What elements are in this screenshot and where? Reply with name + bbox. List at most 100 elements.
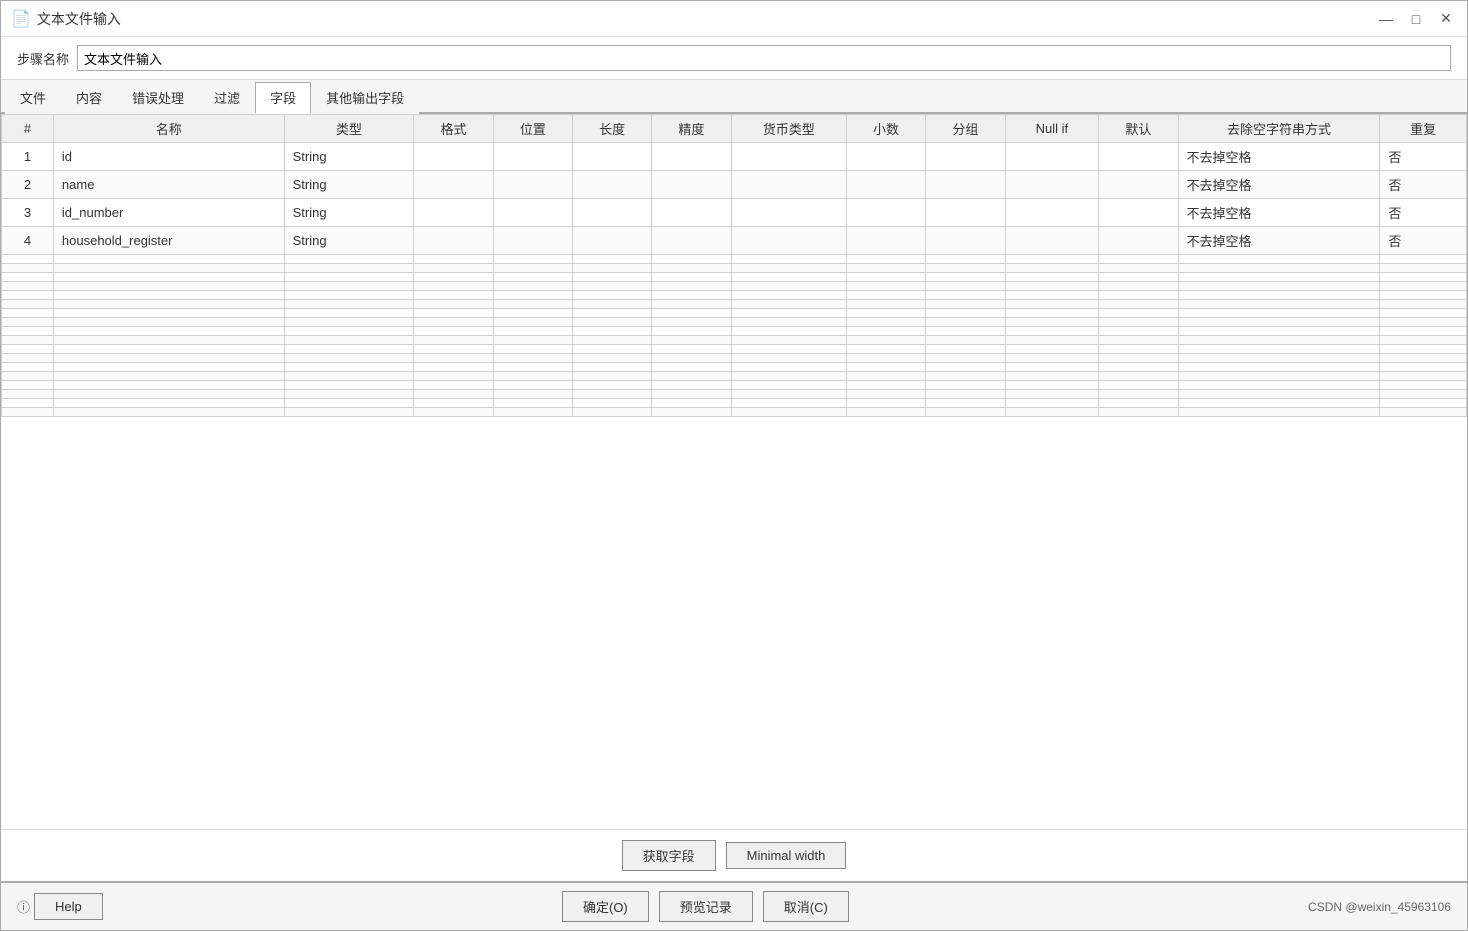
cell-default[interactable] — [1099, 363, 1178, 372]
cell-num[interactable] — [2, 291, 54, 300]
cell-decimal[interactable] — [846, 354, 925, 363]
table-row[interactable] — [2, 264, 1467, 273]
cell-repeat[interactable]: 否 — [1380, 171, 1467, 199]
cell-name[interactable] — [53, 300, 284, 309]
cell-pos[interactable] — [493, 363, 572, 372]
cell-decimal[interactable] — [846, 171, 925, 199]
cell-num[interactable] — [2, 408, 54, 417]
cell-default[interactable] — [1099, 282, 1178, 291]
cell-decimal[interactable] — [846, 318, 925, 327]
cell-length[interactable] — [572, 291, 651, 300]
cell-repeat[interactable] — [1380, 336, 1467, 345]
cell-pos[interactable] — [493, 255, 572, 264]
table-row[interactable] — [2, 255, 1467, 264]
cell-type[interactable] — [284, 372, 414, 381]
cell-type[interactable] — [284, 327, 414, 336]
table-row[interactable] — [2, 399, 1467, 408]
cell-length[interactable] — [572, 336, 651, 345]
cell-repeat[interactable] — [1380, 363, 1467, 372]
cell-nullif[interactable] — [1005, 372, 1099, 381]
table-row[interactable] — [2, 408, 1467, 417]
cell-trim[interactable] — [1178, 345, 1380, 354]
cell-type[interactable] — [284, 345, 414, 354]
cell-length[interactable] — [572, 381, 651, 390]
cell-default[interactable] — [1099, 327, 1178, 336]
cell-length[interactable] — [572, 282, 651, 291]
cell-group[interactable] — [926, 300, 1005, 309]
cell-default[interactable] — [1099, 390, 1178, 399]
cell-type[interactable] — [284, 318, 414, 327]
cell-name[interactable] — [53, 354, 284, 363]
cell-currency[interactable] — [731, 255, 846, 264]
cell-length[interactable] — [572, 300, 651, 309]
cell-precision[interactable] — [652, 390, 731, 399]
cell-currency[interactable] — [731, 408, 846, 417]
cell-trim[interactable] — [1178, 291, 1380, 300]
cell-default[interactable] — [1099, 345, 1178, 354]
cell-nullif[interactable] — [1005, 143, 1099, 171]
cell-precision[interactable] — [652, 227, 731, 255]
cell-trim[interactable] — [1178, 354, 1380, 363]
table-row[interactable] — [2, 300, 1467, 309]
cell-nullif[interactable] — [1005, 273, 1099, 282]
cell-type[interactable] — [284, 390, 414, 399]
cell-currency[interactable] — [731, 327, 846, 336]
cell-num[interactable]: 2 — [2, 171, 54, 199]
cell-repeat[interactable] — [1380, 345, 1467, 354]
cell-precision[interactable] — [652, 345, 731, 354]
cell-trim[interactable] — [1178, 390, 1380, 399]
cell-currency[interactable] — [731, 363, 846, 372]
cell-num[interactable] — [2, 327, 54, 336]
cell-nullif[interactable] — [1005, 336, 1099, 345]
cell-group[interactable] — [926, 327, 1005, 336]
cell-trim[interactable] — [1178, 399, 1380, 408]
cell-nullif[interactable] — [1005, 291, 1099, 300]
cell-num[interactable] — [2, 264, 54, 273]
cell-currency[interactable] — [731, 171, 846, 199]
cell-decimal[interactable] — [846, 199, 925, 227]
cell-num[interactable] — [2, 399, 54, 408]
cell-currency[interactable] — [731, 354, 846, 363]
cell-group[interactable] — [926, 408, 1005, 417]
table-row[interactable] — [2, 381, 1467, 390]
cell-pos[interactable] — [493, 372, 572, 381]
cell-pos[interactable] — [493, 408, 572, 417]
cell-pos[interactable] — [493, 264, 572, 273]
cell-repeat[interactable]: 否 — [1380, 199, 1467, 227]
cell-format[interactable] — [414, 291, 493, 300]
cell-pos[interactable] — [493, 336, 572, 345]
cell-precision[interactable] — [652, 363, 731, 372]
cell-trim[interactable]: 不去掉空格 — [1178, 227, 1380, 255]
cell-decimal[interactable] — [846, 291, 925, 300]
cell-repeat[interactable] — [1380, 381, 1467, 390]
cell-trim[interactable] — [1178, 255, 1380, 264]
cell-format[interactable] — [414, 143, 493, 171]
cell-num[interactable] — [2, 345, 54, 354]
cell-num[interactable] — [2, 381, 54, 390]
cell-format[interactable] — [414, 408, 493, 417]
cell-currency[interactable] — [731, 390, 846, 399]
cell-name[interactable] — [53, 381, 284, 390]
cell-trim[interactable] — [1178, 318, 1380, 327]
cell-name[interactable] — [53, 282, 284, 291]
cell-name[interactable]: id_number — [53, 199, 284, 227]
cell-default[interactable] — [1099, 227, 1178, 255]
cell-precision[interactable] — [652, 372, 731, 381]
cell-pos[interactable] — [493, 171, 572, 199]
cell-format[interactable] — [414, 309, 493, 318]
cell-length[interactable] — [572, 372, 651, 381]
cell-repeat[interactable] — [1380, 372, 1467, 381]
cell-currency[interactable] — [731, 273, 846, 282]
cell-trim[interactable] — [1178, 273, 1380, 282]
cell-precision[interactable] — [652, 309, 731, 318]
cell-currency[interactable] — [731, 227, 846, 255]
cell-group[interactable] — [926, 264, 1005, 273]
step-name-input[interactable] — [77, 45, 1451, 71]
cell-repeat[interactable] — [1380, 390, 1467, 399]
tab-fields[interactable]: 字段 — [255, 82, 311, 114]
cell-decimal[interactable] — [846, 372, 925, 381]
tab-error[interactable]: 错误处理 — [117, 82, 199, 114]
table-row[interactable]: 2nameString不去掉空格否 — [2, 171, 1467, 199]
cell-currency[interactable] — [731, 291, 846, 300]
cell-decimal[interactable] — [846, 282, 925, 291]
